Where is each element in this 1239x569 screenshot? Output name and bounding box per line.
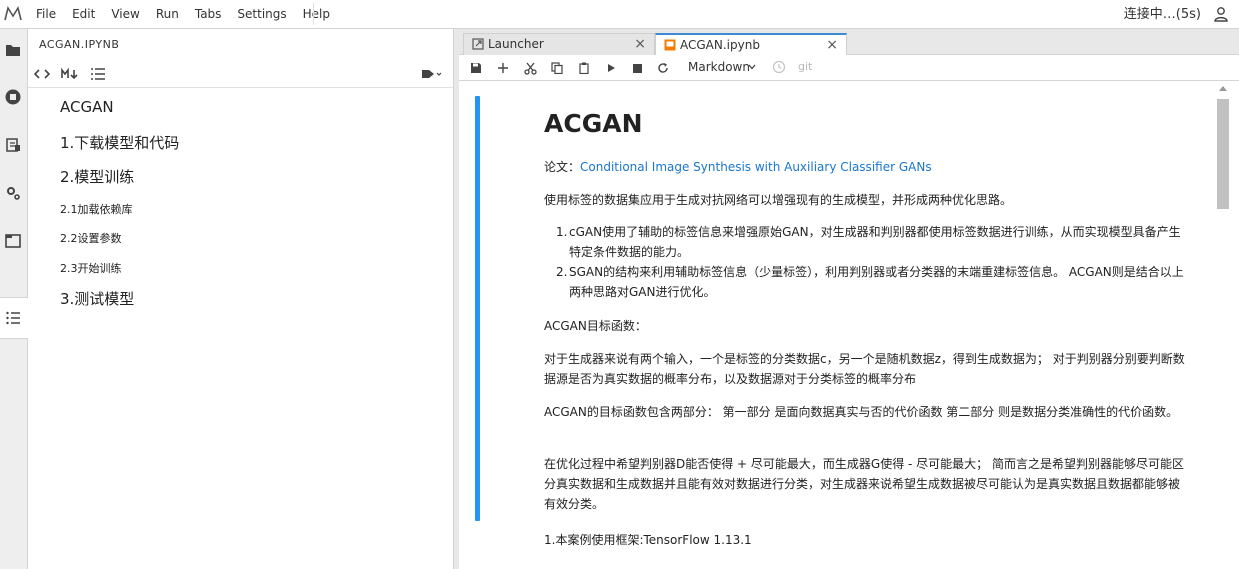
list-item-text: cGAN使用了辅助的标签信息来增强原始GAN，对生成器和判别器都使用标签数据进行… [569,225,1181,259]
optimize-paragraph: 在优化过程中希望判别器D能否使得 + 尽可能最大，而生成器G使得 - 尽可能最大… [544,457,1185,511]
activity-bar [0,29,28,569]
cut-icon[interactable] [522,60,538,76]
objective-title: ACGAN目标函数： [544,319,647,333]
property-inspector-icon[interactable] [4,184,22,202]
running-icon[interactable] [4,88,22,106]
numbering-toggle-icon[interactable] [90,66,106,82]
active-cell-indicator [475,96,480,521]
toc-tab-active[interactable] [0,297,28,339]
toc-title: ACGAN.IPYNB [39,38,120,51]
notebook-icon [664,39,676,51]
folder-icon[interactable] [4,41,22,59]
intro-paragraph: 使用标签的数据集应用于生成对抗网络可以增强现有的生成模型，并形成两种优化思路。 [544,193,1013,207]
stop-icon[interactable] [629,60,645,76]
toc-entry[interactable]: ACGAN [60,98,114,116]
paper-link[interactable]: Conditional Image Synthesis with Auxilia… [580,160,932,174]
scroll-up-arrow-icon[interactable] [1219,86,1227,91]
toc-entry[interactable]: 2.2设置参数 [60,230,122,246]
table-of-contents-panel: ACGAN.IPYNB ACGAN 1.下载模型和代码 2.模型训练 2.1加载… [28,29,453,569]
close-icon[interactable]: × [634,36,646,52]
toc-entry[interactable]: 2.3开始训练 [60,260,122,276]
table-of-contents-icon[interactable] [5,310,21,326]
launcher-icon [472,38,484,50]
paste-icon[interactable] [576,60,592,76]
user-icon[interactable] [1213,6,1229,22]
paper-reference: 论文：Conditional Image Synthesis with Auxi… [544,157,1189,177]
tab-label: Launcher [488,37,544,51]
restart-icon[interactable] [655,60,671,76]
git-button[interactable]: git [798,60,812,73]
menu-edit[interactable]: Edit [64,0,103,28]
main-menu: File Edit View Run Tabs Settings Help [28,0,338,28]
toc-entry[interactable]: 1.下载模型和代码 [60,132,179,153]
copy-icon[interactable] [549,60,565,76]
clock-icon [772,60,786,74]
chevron-down-icon[interactable] [748,64,756,70]
list-item-text: SGAN的结构来利用辅助标签信息（少量标签），利用判别器或者分类器的末端重建标签… [569,265,1184,299]
menu-view[interactable]: View [103,0,147,28]
cell-type-dropdown[interactable]: Markdown [688,60,750,74]
code-toggle-icon[interactable] [34,66,50,82]
list-item: 1. cGAN使用了辅助的标签信息来增强原始GAN，对生成器和判别器都使用标签数… [544,222,1189,262]
menu-help[interactable]: Help [295,0,338,28]
tag-filter-icon[interactable] [420,66,442,82]
list-number: 2. [556,265,568,279]
menu-settings[interactable]: Settings [229,0,294,28]
main-dock: Launcher × ACGAN.ipynb × Markdown git AC… [459,29,1239,569]
toc-entry[interactable]: 2.模型训练 [60,166,134,187]
parts-paragraph: ACGAN的目标函数包含两部分： 第一部分 是面向数据真实与否的代价函数 第二部… [544,405,1179,419]
document-tab-bar: Launcher × ACGAN.ipynb × [459,29,1239,56]
list-number: 1. [556,225,568,239]
menu-file[interactable]: File [28,0,64,28]
run-icon[interactable] [603,60,619,76]
toc-entry[interactable]: 2.1加载依赖库 [60,201,133,217]
tab-launcher[interactable]: Launcher × [463,33,655,55]
close-icon[interactable]: × [826,37,838,53]
commands-icon[interactable] [4,136,22,154]
tab-acgan-notebook[interactable]: ACGAN.ipynb × [655,33,847,56]
framework-paragraph: 1.本案例使用框架:TensorFlow 1.13.1 [544,533,752,547]
menu-run[interactable]: Run [148,0,187,28]
add-cell-icon[interactable] [495,60,511,76]
jupyterlab-logo-icon[interactable] [3,4,23,24]
connection-status: 连接中…(5s) [1123,7,1201,22]
save-icon[interactable] [468,60,484,76]
list-item: 2. SGAN的结构来利用辅助标签信息（少量标签），利用判别器或者分类器的末端重… [544,262,1189,302]
toc-toolbar [28,60,453,88]
menu-bar: File Edit View Run Tabs Settings Help 连接… [0,0,1239,29]
notebook-content: ACGAN 论文：Conditional Image Synthesis wit… [459,81,1239,569]
notebook-toolbar: Markdown git [459,55,1239,81]
ordered-list: 1. cGAN使用了辅助的标签信息来增强原始GAN，对生成器和判别器都使用标签数… [544,222,1189,302]
menu-tabs[interactable]: Tabs [187,0,230,28]
tab-label: ACGAN.ipynb [680,38,760,52]
notebook-heading: ACGAN [544,109,643,138]
scrollbar-thumb[interactable] [1217,99,1229,209]
markdown-toggle-icon[interactable] [61,66,79,82]
menu-divider [313,3,314,25]
toc-entry[interactable]: 3.测试模型 [60,288,134,309]
paper-prefix: 论文： [544,160,581,174]
inputs-paragraph: 对于生成器来说有两个输入，一个是标签的分类数据c，另一个是随机数据z，得到生成数… [544,352,1185,386]
tabs-icon[interactable] [4,232,22,250]
